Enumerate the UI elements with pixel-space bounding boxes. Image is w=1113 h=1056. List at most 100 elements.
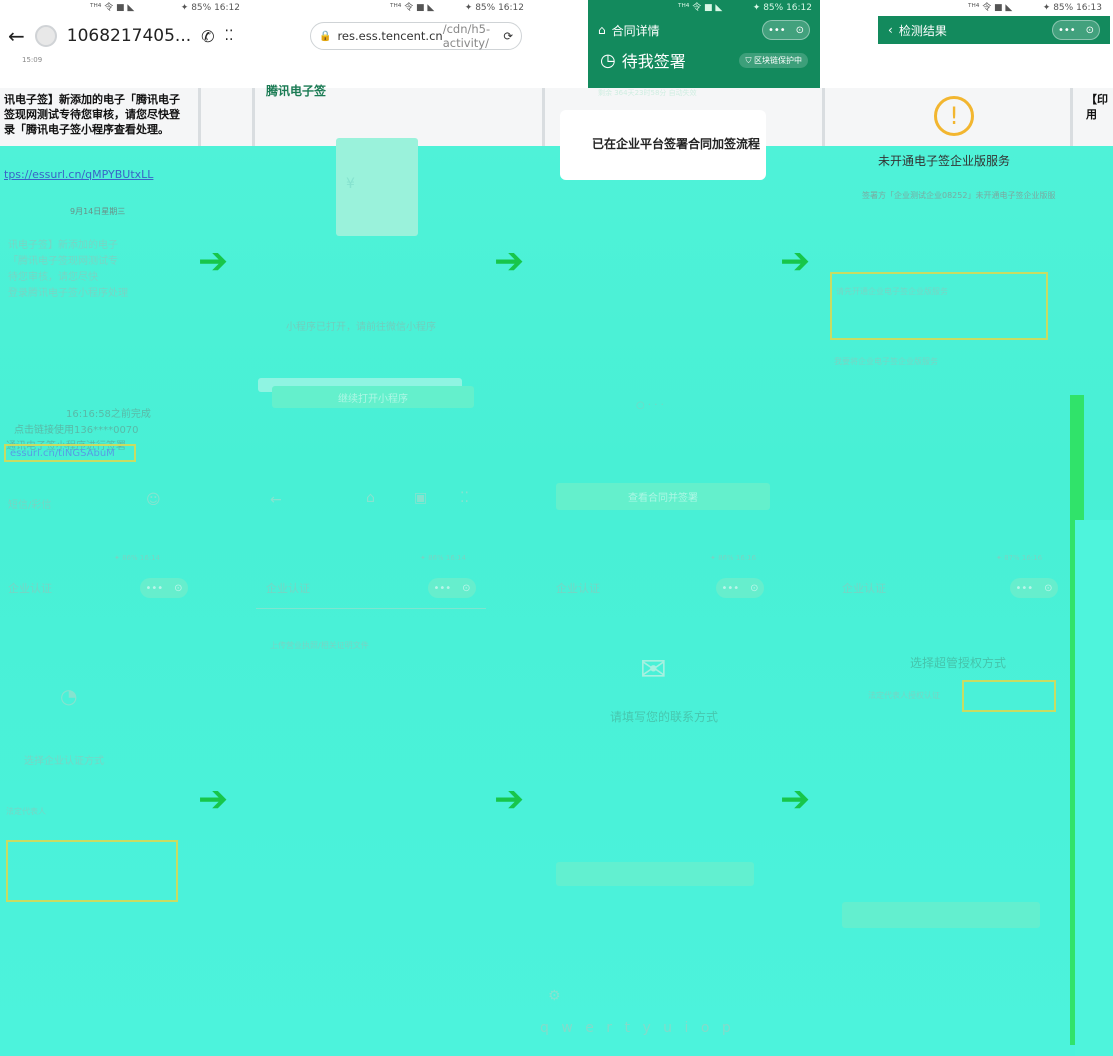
battery-status: ✦ 85% 16:12: [464, 3, 524, 13]
ghost-status: ✦ 86% 16:16: [710, 554, 757, 562]
ghost-status: ✦ 87% 16:16: [996, 554, 1043, 562]
clock-icon: ◷: [600, 49, 616, 71]
ghost-link: 我要将企业电子签企业版服务: [834, 357, 938, 366]
sms-number: 1068217405...: [66, 26, 192, 46]
chevron-left-icon[interactable]: ‹: [888, 23, 893, 37]
ghost-keyboard: q w e r t y u i o p: [540, 1020, 735, 1036]
sms-time: 15:09: [22, 56, 43, 64]
ghost-phone: 点击链接使用136****0070: [14, 425, 139, 436]
panel-contract-header: ᵀᴴ⁴ 令 ■ ◣ ✦ 85% 16:12 ⌂ 合同详情 ••• ⊙ ◷ 待我签署…: [588, 0, 820, 88]
page-title: 检测结果: [898, 23, 947, 38]
avatar[interactable]: [34, 25, 57, 47]
arrow-right-icon: ➔: [780, 779, 811, 820]
ghost-line-1: 讯电子签】新添加的电子: [8, 240, 118, 251]
ghost-title: 企业认证: [556, 582, 600, 595]
panel-result-header: ᵀᴴ⁴ 令 ■ ◣ ✦ 85% 16:13 ‹ 检测结果 ••• ⊙: [878, 0, 1110, 88]
arrow-left-icon[interactable]: ←: [270, 492, 282, 508]
ghost-option-box: [962, 680, 1056, 712]
divider: [1070, 88, 1073, 146]
url-bar[interactable]: 🔒 res.ess.tencent.cn/cdn/h5-activity/ ⟳: [310, 22, 522, 50]
home-icon[interactable]: ⌂: [598, 23, 606, 37]
arrow-right-icon: ➔: [494, 241, 525, 282]
status-bar: ᵀᴴ⁴ 令 ■ ◣ ✦ 85% 16:12: [0, 0, 248, 16]
ghost-capsule: ••• ⊙: [428, 578, 476, 598]
ghost-hint: 小程序已打开，请前往微信小程序: [286, 322, 436, 333]
edge-text: 【印用: [1086, 93, 1108, 121]
title-bar: ‹ 检测结果 ••• ⊙: [878, 16, 1110, 44]
signal-status: ᵀᴴ⁴ 令 ■ ◣: [968, 3, 1013, 13]
more-icon: •••: [1057, 24, 1076, 36]
yen-icon: ¥: [346, 176, 355, 192]
notice-subtitle: 签署方「企业测试企业08252」未开通电子签企业版服: [862, 191, 1056, 200]
close-icon: ⊙: [1085, 24, 1095, 36]
ghost-title: 企业认证: [266, 582, 310, 595]
divider: [822, 88, 825, 146]
emoji-icon: ☺: [146, 492, 161, 508]
home-icon[interactable]: ⌂: [366, 490, 375, 506]
ghost-deadline: 16:16:58之前完成: [66, 409, 151, 420]
divider: [198, 88, 201, 146]
continue-button[interactable]: 继续打开小程序: [272, 386, 474, 408]
ghost-status: ✦ 86% 16:14: [420, 554, 467, 562]
arrow-right-icon: ➔: [198, 779, 229, 820]
ghost-legal: 法定代表人: [6, 807, 46, 816]
ghost-authorize: 选择超管授权方式: [910, 656, 1007, 670]
url-domain: res.ess.tencent.cn: [337, 29, 443, 43]
arrow-left-icon[interactable]: ←: [8, 24, 25, 48]
phone-icon[interactable]: ✆: [201, 27, 214, 46]
tabs-icon[interactable]: ▣: [414, 490, 427, 506]
remain-time: 剩余 364天23时58分 自动失效: [598, 89, 697, 97]
battery-status: ✦ 85% 16:13: [1042, 3, 1102, 13]
ghost-input: 短信/彩信: [8, 500, 52, 511]
ghost-line-2: 「腾讯电子签现网测试专: [8, 256, 118, 267]
notice-title: 未开通电子签企业版服务: [878, 154, 1011, 168]
mail-icon: ✉: [640, 650, 667, 688]
ghost-title: 企业认证: [842, 582, 886, 595]
ghost-legal-auth: 法定代表人授权认证: [868, 691, 940, 700]
divider: [252, 88, 255, 146]
signal-status: ᵀᴴ⁴ 令 ■ ◣: [90, 3, 135, 13]
shield-icon: ⛉: [745, 55, 752, 65]
shield-badge: ⛉ 区块链保护中: [739, 52, 808, 68]
divider: [542, 88, 545, 146]
sms-link[interactable]: tps://essurl.cn/qMPYBUtxLL: [4, 168, 153, 181]
ghost-upload: 上传营业执照/相关证明文件: [270, 641, 369, 650]
status-bar: ᵀᴴ⁴ 令 ■ ◣ ✦ 85% 16:12: [588, 0, 820, 16]
more-dots-icon[interactable]: ⁚⁚: [225, 28, 234, 44]
ghost-line: [256, 608, 486, 609]
ghost-field: [556, 862, 754, 886]
url-path: /cdn/h5-activity/: [442, 22, 491, 50]
more-dots-icon[interactable]: ⁚⁚: [460, 490, 469, 506]
status-bar: ᵀᴴ⁴ 令 ■ ◣ ✦ 85% 16:13: [878, 0, 1110, 16]
status-bar: ᵀᴴ⁴ 令 ■ ◣ ✦ 85% 16:12: [300, 0, 532, 16]
panel-sms-header: ᵀᴴ⁴ 令 ■ ◣ ✦ 85% 16:12 ← 1068217405... ✆ …: [0, 0, 248, 88]
page-title: 合同详情: [611, 23, 660, 38]
arrow-right-icon: ➔: [780, 241, 811, 282]
gear-icon: ⚙: [548, 988, 561, 1004]
arrow-right-icon: ➔: [198, 241, 229, 282]
title-bar: ⌂ 合同详情 ••• ⊙: [588, 16, 820, 44]
ghost-contact: 请填写您的联系方式: [610, 710, 719, 724]
ghost-option-box: [6, 840, 178, 902]
reload-icon[interactable]: ⟳: [503, 29, 513, 43]
mini-program-capsule[interactable]: ••• ⊙: [1052, 20, 1100, 40]
ghost-button: [842, 902, 1040, 928]
signal-status: ᵀᴴ⁴ 令 ■ ◣: [678, 3, 723, 13]
ghost-capsule: ••• ⊙: [140, 578, 188, 598]
battery-status: ✦ 85% 16:12: [180, 3, 240, 13]
ghost-capsule: ••• ⊙: [1010, 578, 1058, 598]
status-row: ◷ 待我签署 ⛉ 区块链保护中: [588, 44, 820, 76]
arrow-right-icon: ➔: [494, 779, 525, 820]
mini-program-capsule[interactable]: ••• ⊙: [762, 20, 810, 40]
battery-status: ✦ 85% 16:12: [752, 3, 812, 13]
ghost-status: ✦ 86% 16:14: [114, 554, 161, 562]
view-contract-button[interactable]: 查看合同并签署: [556, 483, 770, 510]
contract-title: 已在企业平台签署合同加签流程: [591, 137, 760, 151]
ghost-line-4: 登录腾讯电子签小程序处理: [8, 288, 128, 299]
more-icon: •••: [767, 24, 786, 36]
warning-icon: !: [934, 96, 974, 136]
sms-date: 9月14日星期三: [70, 207, 126, 216]
ghost-link: essurl.cn/tiNGSAbuM: [10, 448, 115, 459]
verify-icon: ◔: [60, 684, 78, 708]
sms-message: 讯电子签】新添加的电子「腾讯电子签现网测试专待您审核，请您尽快登录「腾讯电子签小…: [4, 93, 180, 136]
